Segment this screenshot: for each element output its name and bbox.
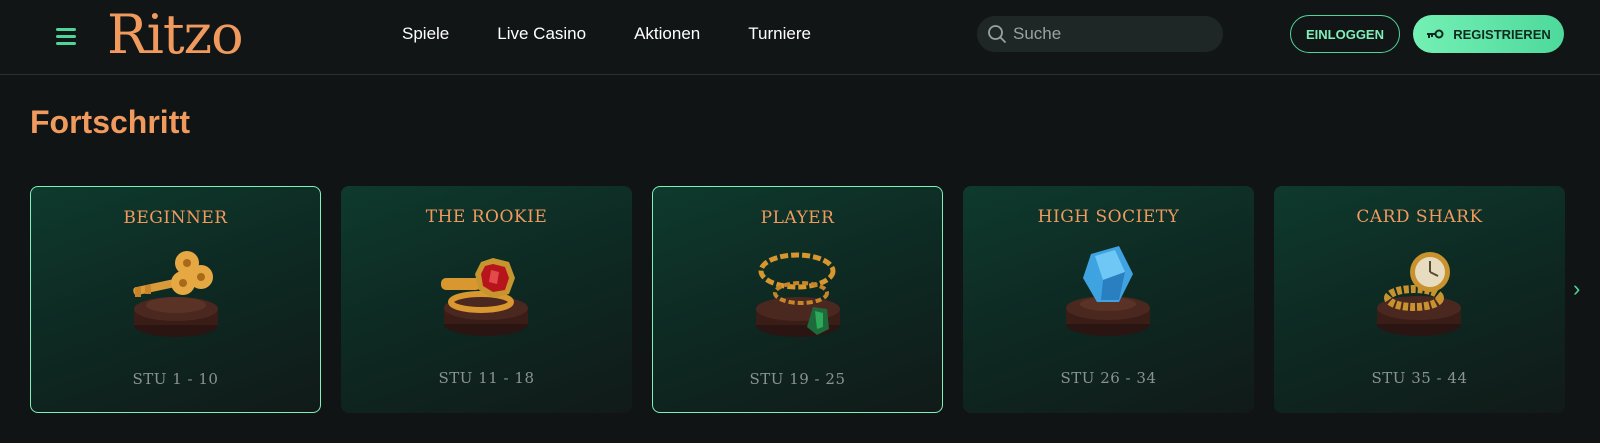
card-title: PLAYER xyxy=(760,208,835,228)
card-level: STU 1 - 10 xyxy=(132,370,219,388)
search-icon xyxy=(988,25,1006,43)
ritzo-logo[interactable]: Ritzo xyxy=(107,6,244,64)
search-box xyxy=(977,16,1223,52)
level-card-player[interactable]: PLAYER STU 19 - 25 xyxy=(652,186,943,413)
menu-icon[interactable] xyxy=(56,28,76,46)
site-header: Ritzo Spiele Live Casino Aktionen Turnie… xyxy=(0,0,1600,75)
diamond-icon xyxy=(1066,246,1150,336)
search-input[interactable] xyxy=(1013,16,1213,52)
watch-icon xyxy=(1377,252,1461,336)
nav-aktionen[interactable]: Aktionen xyxy=(634,22,700,46)
level-card-beginner[interactable]: BEGINNER STU 1 - 10 xyxy=(30,186,321,413)
card-title: BEGINNER xyxy=(123,208,228,228)
page-title: Fortschritt xyxy=(30,104,190,140)
nav-turniere[interactable]: Turniere xyxy=(748,22,811,46)
chain-necklace-icon xyxy=(756,252,840,337)
card-title: HIGH SOCIETY xyxy=(1037,207,1180,227)
key-icon xyxy=(133,251,218,337)
nav-spiele[interactable]: Spiele xyxy=(402,22,449,46)
chevron-right-icon[interactable]: › xyxy=(1573,276,1580,302)
login-button[interactable]: EINLOGGEN xyxy=(1290,15,1400,53)
card-title: CARD SHARK xyxy=(1356,207,1483,227)
card-title: THE ROOKIE xyxy=(425,207,548,227)
card-level: STU 26 - 34 xyxy=(1060,369,1157,387)
card-level: STU 35 - 44 xyxy=(1371,369,1468,387)
card-level: STU 19 - 25 xyxy=(749,370,846,388)
register-label: REGISTRIEREN xyxy=(1453,26,1551,42)
main-nav: Spiele Live Casino Aktionen Turniere xyxy=(402,22,859,46)
nav-live-casino[interactable]: Live Casino xyxy=(497,22,586,46)
key-icon xyxy=(1427,29,1444,39)
card-level: STU 11 - 18 xyxy=(438,369,535,387)
register-button[interactable]: REGISTRIEREN xyxy=(1413,15,1564,53)
level-card-the-rookie[interactable]: THE ROOKIE STU 11 - 18 xyxy=(341,186,632,413)
level-card-high-society[interactable]: HIGH SOCIETY STU 26 - 34 xyxy=(963,186,1254,413)
ruby-ring-icon xyxy=(441,258,528,336)
level-card-card-shark[interactable]: CARD SHARK STU 35 - 44 xyxy=(1274,186,1565,413)
progress-cards: BEGINNER STU 1 - 10 THE ROOKIE STU 11 - … xyxy=(30,186,1565,413)
